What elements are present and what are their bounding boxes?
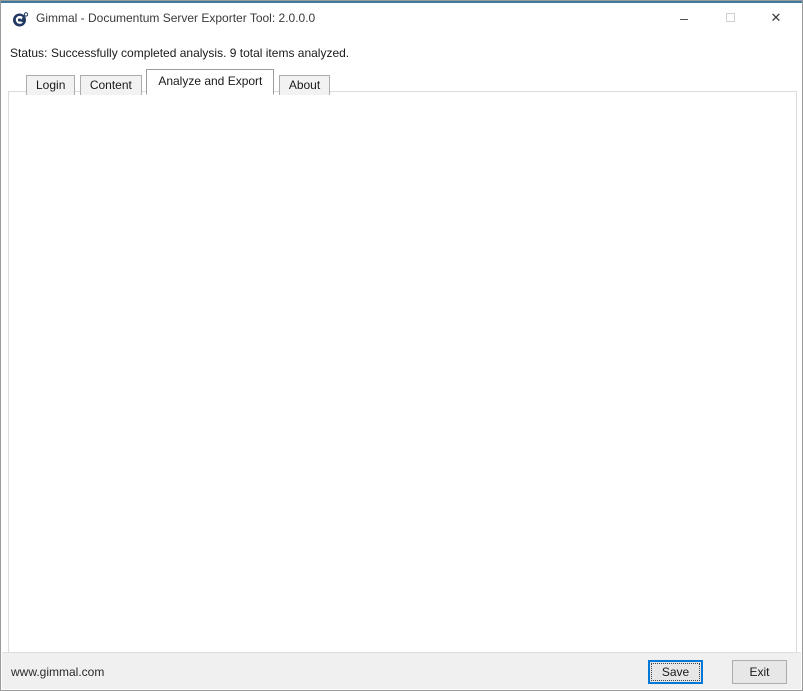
tab-strip: Login Content Analyze and Export About [26, 69, 330, 92]
exit-button[interactable]: Exit [732, 660, 787, 684]
tab-login[interactable]: Login [26, 75, 75, 95]
close-icon: ✕ [771, 10, 782, 25]
close-button[interactable]: ✕ [753, 3, 799, 33]
window-title: Gimmal - Documentum Server Exporter Tool… [36, 3, 315, 33]
minimize-icon: – [680, 10, 688, 26]
status-message: Successfully completed analysis. 9 total… [51, 46, 349, 60]
app-window: Gimmal - Documentum Server Exporter Tool… [0, 0, 803, 691]
tab-about[interactable]: About [279, 75, 330, 95]
minimize-button[interactable]: – [661, 3, 707, 33]
tab-page-analyze-and-export [8, 91, 797, 653]
website-label: www.gimmal.com [11, 665, 104, 679]
save-button[interactable]: Save [648, 660, 703, 684]
title-bar: Gimmal - Documentum Server Exporter Tool… [1, 3, 802, 33]
tab-content[interactable]: Content [80, 75, 142, 95]
status-label: Status: [10, 46, 47, 60]
tab-analyze-and-export[interactable]: Analyze and Export [146, 69, 274, 95]
footer-bar: www.gimmal.com Save Exit [2, 652, 801, 689]
maximize-icon [726, 13, 735, 22]
maximize-button[interactable] [707, 3, 753, 33]
gimmal-logo-icon [12, 11, 29, 28]
status-bar: Status: Successfully completed analysis.… [1, 46, 802, 64]
